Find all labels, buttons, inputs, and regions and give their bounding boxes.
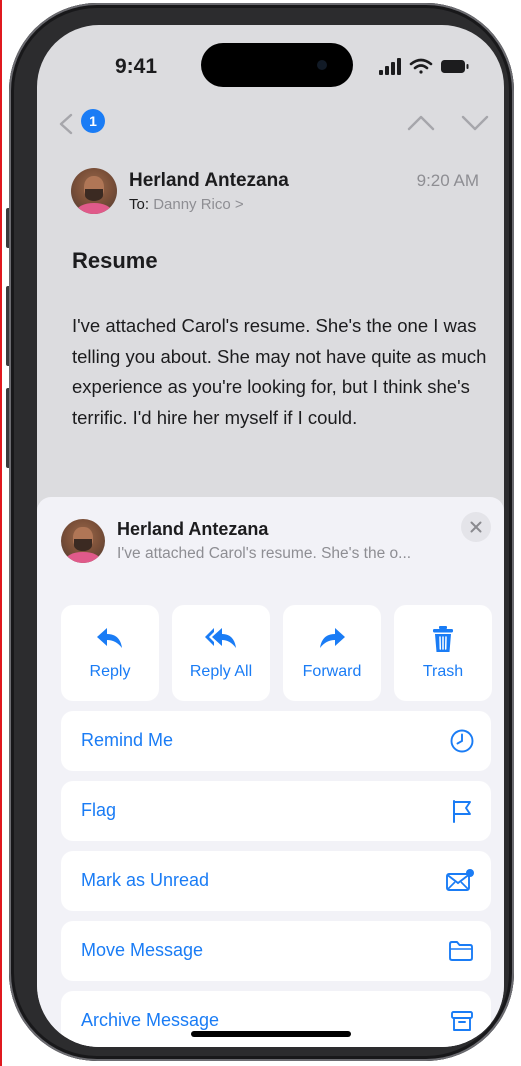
archive-message-label: Archive Message bbox=[81, 1010, 220, 1030]
archive-message-row[interactable]: Archive Message bbox=[61, 991, 491, 1047]
screen: 9:41 1 Herland Antezana To: Danny Rico >… bbox=[37, 25, 504, 1047]
wifi-icon bbox=[409, 58, 433, 74]
envelope-unread-icon bbox=[446, 869, 474, 891]
chevron-down-icon[interactable] bbox=[459, 111, 491, 135]
move-message-label: Move Message bbox=[81, 940, 204, 960]
action-sheet: Herland Antezana I've attached Carol's r… bbox=[37, 497, 504, 1047]
move-message-row[interactable]: Move Message bbox=[61, 921, 491, 981]
forward-label: Forward bbox=[302, 663, 362, 680]
camera-dot bbox=[317, 60, 327, 70]
reply-all-button[interactable]: Reply All bbox=[172, 605, 270, 701]
mark-as-unread-label: Mark as Unread bbox=[81, 870, 210, 890]
sender-name[interactable]: Herland Antezana bbox=[129, 170, 289, 192]
dynamic-island bbox=[201, 43, 353, 87]
sheet-message-preview: I've attached Carol's resume. She's the … bbox=[117, 545, 412, 562]
home-indicator[interactable] bbox=[191, 1031, 351, 1037]
chevron-up-icon[interactable] bbox=[405, 111, 437, 135]
clock-icon bbox=[450, 729, 474, 753]
flag-label: Flag bbox=[81, 800, 117, 820]
folder-icon bbox=[449, 941, 473, 961]
trash-icon bbox=[433, 626, 453, 652]
quick-actions: Reply Reply All Forward Trash bbox=[61, 605, 492, 701]
sheet-sender-name: Herland Antezana bbox=[117, 519, 269, 539]
mark-as-unread-row[interactable]: Mark as Unread bbox=[61, 851, 491, 911]
reply-label: Reply bbox=[89, 663, 131, 680]
reply-icon bbox=[97, 628, 122, 648]
flag-icon bbox=[453, 800, 471, 823]
reply-all-icon bbox=[205, 628, 236, 648]
remind-me-label: Remind Me bbox=[81, 730, 174, 750]
message-subject: Resume bbox=[72, 248, 158, 273]
recipient-line[interactable]: To: Danny Rico > bbox=[129, 196, 244, 213]
archive-box-icon bbox=[451, 1011, 473, 1031]
sheet-avatar bbox=[61, 519, 105, 563]
trash-button[interactable]: Trash bbox=[394, 605, 492, 701]
battery-icon bbox=[441, 60, 469, 73]
trash-label: Trash bbox=[422, 663, 464, 680]
status-icons bbox=[379, 58, 469, 75]
flag-row[interactable]: Flag bbox=[61, 781, 491, 841]
close-icon bbox=[470, 521, 482, 533]
avatar bbox=[71, 168, 117, 214]
message-body: I've attached Carol's resume. She's the … bbox=[72, 315, 487, 428]
forward-button[interactable]: Forward bbox=[283, 605, 381, 701]
close-button[interactable] bbox=[461, 512, 491, 542]
phone-frame: 9:41 1 Herland Antezana To: Danny Rico >… bbox=[9, 3, 514, 1061]
message-time: 9:20 AM bbox=[416, 171, 479, 190]
remind-me-row[interactable]: Remind Me bbox=[61, 711, 491, 771]
reply-button[interactable]: Reply bbox=[61, 605, 159, 701]
recipient-name[interactable]: Danny Rico > bbox=[153, 196, 243, 213]
left-edge-line bbox=[0, 0, 2, 1066]
signal-icon bbox=[379, 58, 401, 75]
forward-icon bbox=[320, 628, 345, 648]
status-time: 9:41 bbox=[115, 55, 158, 78]
to-label: To: bbox=[129, 196, 150, 213]
unread-badge[interactable]: 1 bbox=[81, 109, 105, 133]
reply-all-label: Reply All bbox=[189, 663, 253, 680]
